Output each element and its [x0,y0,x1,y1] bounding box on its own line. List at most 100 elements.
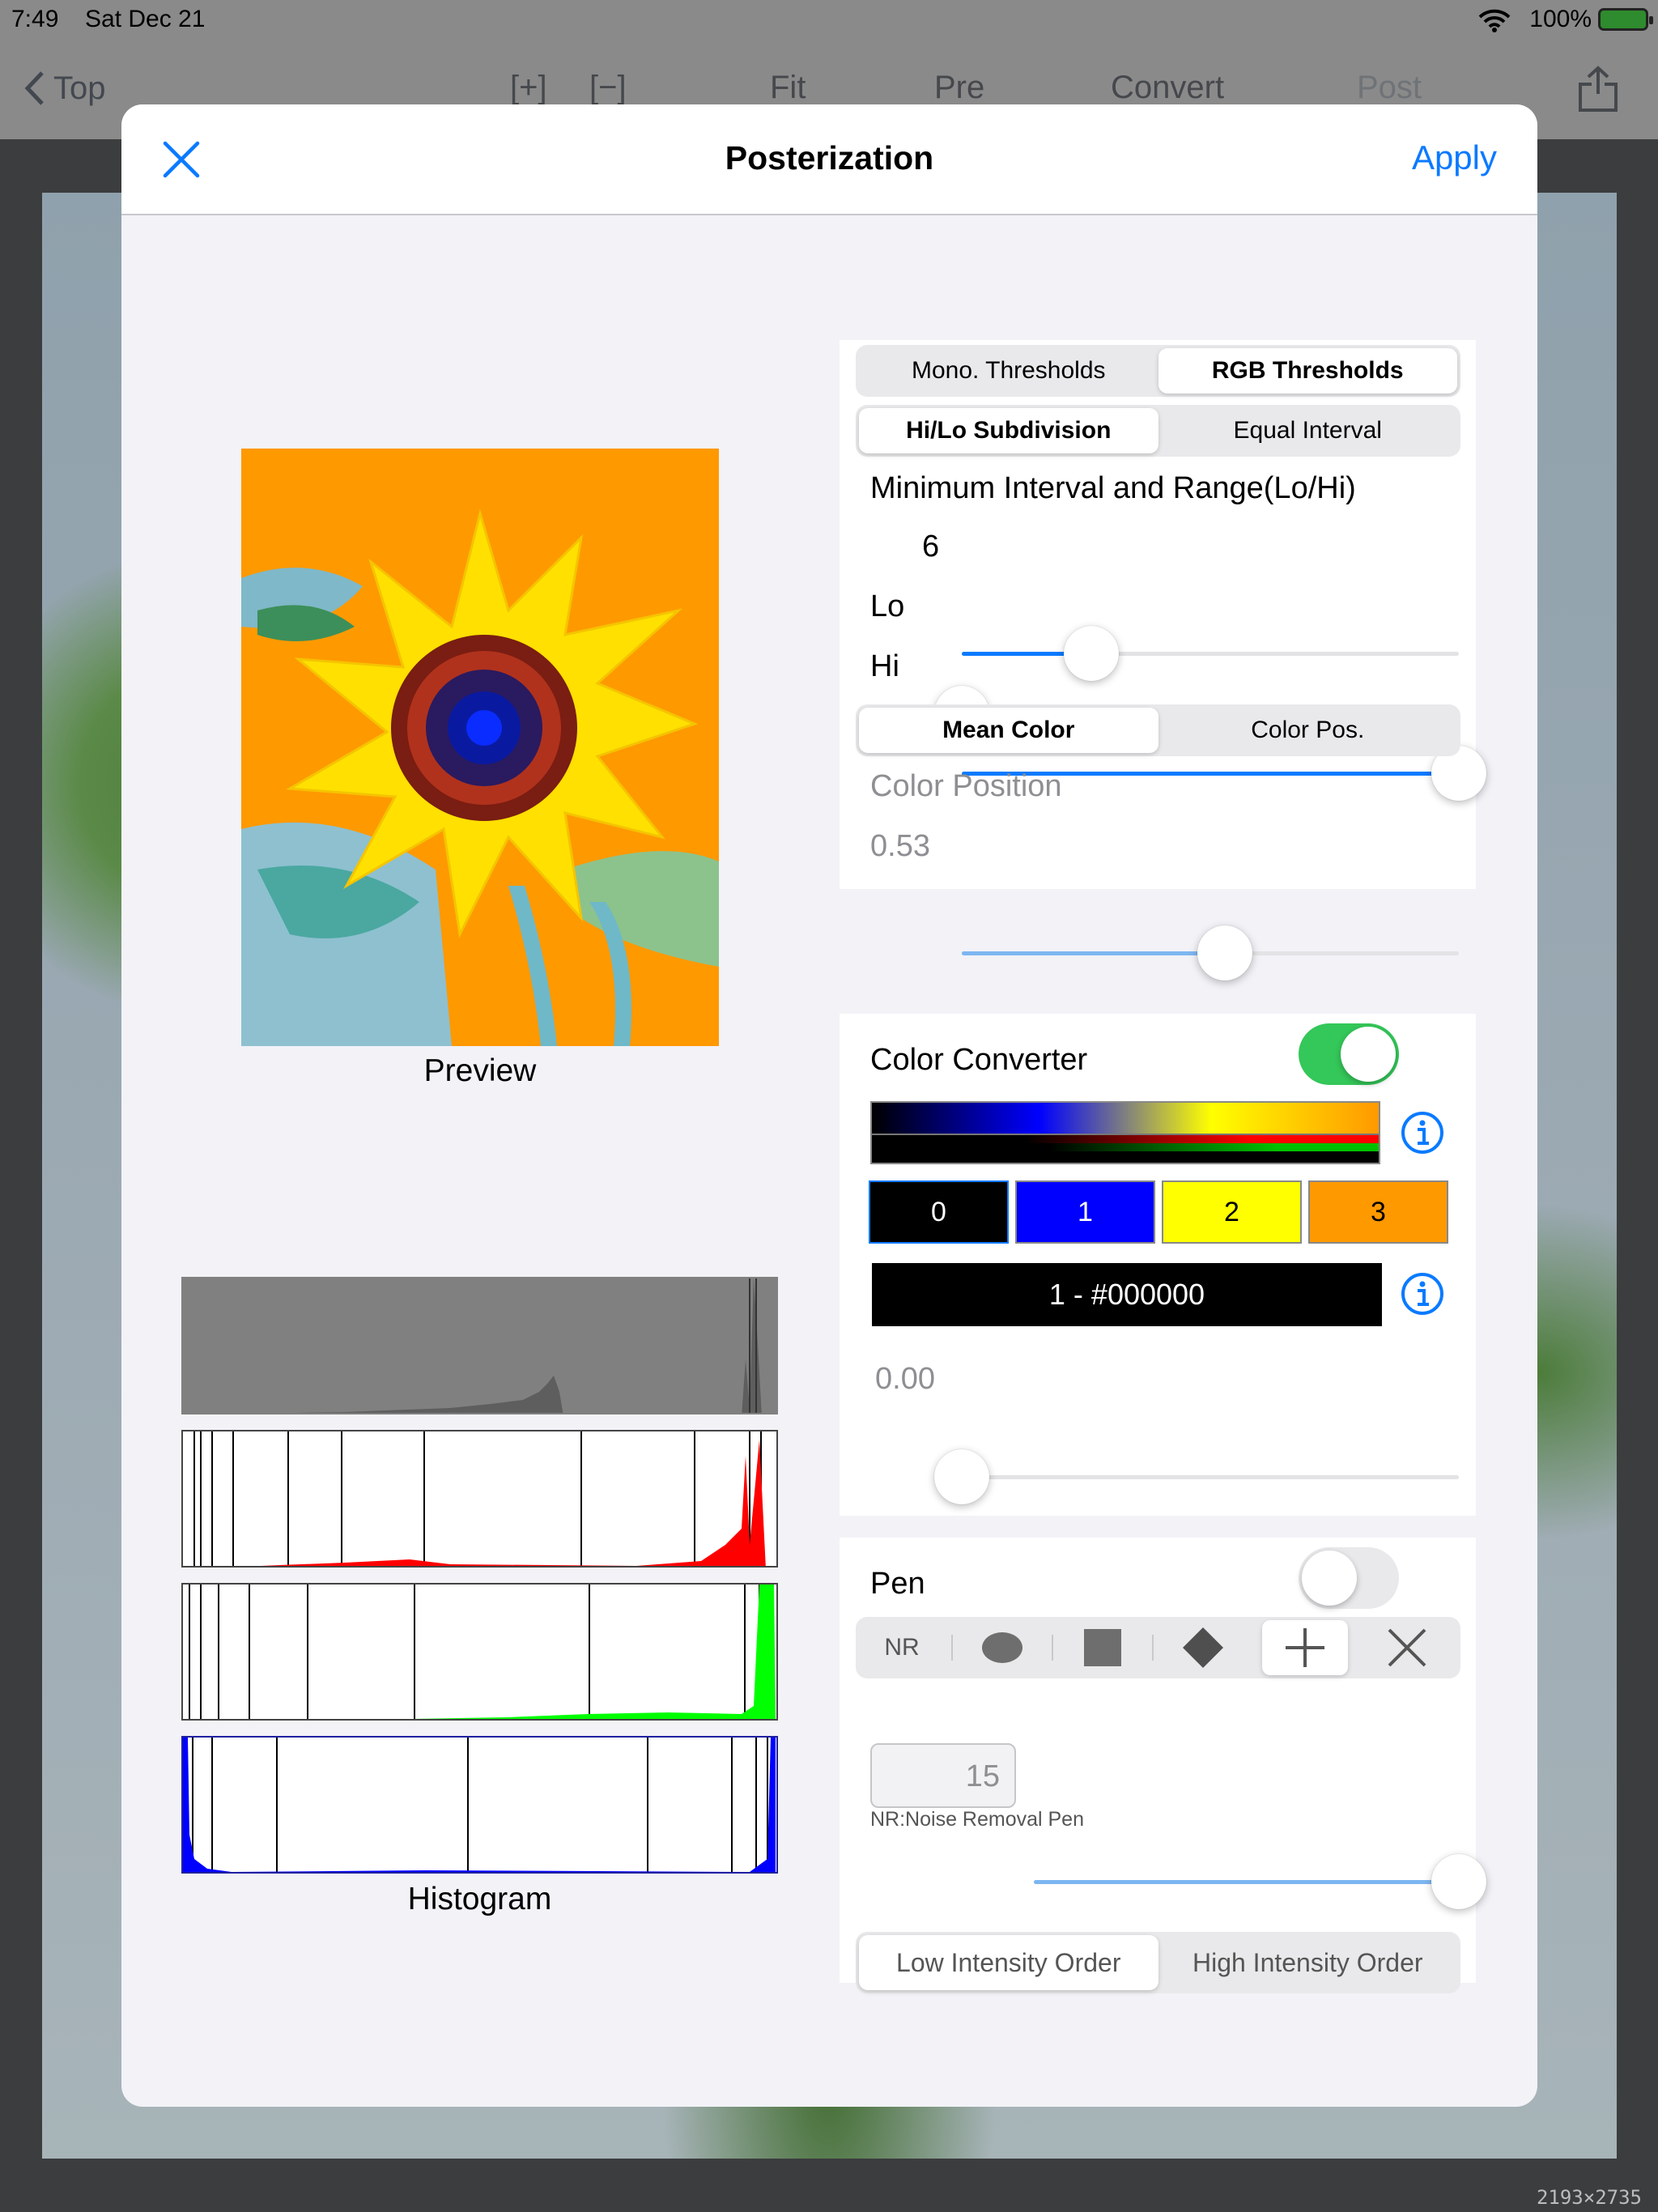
hi-lo-subdivision-option[interactable]: Hi/Lo Subdivision [859,408,1158,453]
swatch-0[interactable]: 0 [869,1180,1009,1244]
color-converter-toggle[interactable] [1299,1023,1399,1085]
green-histogram [181,1583,778,1721]
circle-pen-icon [982,1632,1022,1663]
blue-histogram-plot [183,1738,776,1872]
sunflower-preview [241,449,719,1046]
clock: 7:49 [11,6,59,32]
toggle-knob [1341,1027,1396,1082]
mean-color-option[interactable]: Mean Color [859,708,1158,753]
slider-thumb[interactable] [934,1449,989,1504]
diamond-pen-tool[interactable] [1160,1620,1246,1675]
mono-histogram [181,1277,778,1414]
preview-image [241,449,719,1046]
color-position-slider[interactable] [962,925,1459,981]
green-histogram-plot [189,1585,776,1719]
circle-pen-tool[interactable] [959,1620,1045,1675]
image-dimensions: 2193×2735 [1536,2186,1642,2209]
swatch-row: 0 1 2 3 [869,1180,1448,1244]
battery-percentage: 100% [1529,6,1592,32]
swatch-1[interactable]: 1 [1015,1180,1155,1244]
slider-thumb[interactable] [1063,626,1119,681]
hi-label: Hi [870,649,899,683]
slider-thumb[interactable] [1431,1854,1486,1909]
swatch-3[interactable]: 3 [1308,1180,1448,1244]
low-intensity-order-option[interactable]: Low Intensity Order [859,1935,1158,1990]
high-intensity-order-option[interactable]: High Intensity Order [1158,1935,1458,1990]
fit-button[interactable]: Fit [770,70,806,106]
threshold-panel: Mono. Thresholds RGB Thresholds Hi/Lo Su… [840,340,1486,981]
separator [1152,1635,1154,1661]
swatch-1-label: 1 [1078,1196,1093,1227]
histogram-caption: Histogram [407,1882,552,1916]
blue-histogram [181,1736,778,1874]
date: Sat Dec 21 [85,6,206,32]
threshold-mode-control: Mono. Thresholds RGB Thresholds [856,345,1460,397]
mono-histogram-plot [291,1278,762,1413]
interval-slider[interactable] [962,626,1459,681]
color-pos-option[interactable]: Color Pos. [1158,708,1458,753]
posterization-modal: Posterization Apply Preview Histogram Mo… [121,104,1537,2107]
lo-label: Lo [870,589,905,623]
mono-thresholds-option[interactable]: Mono. Thresholds [859,348,1158,393]
swatch-2-label: 2 [1224,1196,1239,1227]
converter-slider[interactable] [934,1449,1459,1504]
preview-caption: Preview [423,1053,537,1088]
cross-icon [1388,1628,1426,1667]
separator [951,1635,953,1661]
equal-interval-option[interactable]: Equal Interval [1158,408,1458,453]
cross-pen-tool[interactable] [1364,1620,1450,1675]
diamond-pen-icon [1183,1627,1223,1668]
pen-label: Pen [870,1567,925,1601]
red-histogram-plot [193,1431,766,1566]
share-icon[interactable] [1577,65,1619,113]
pen-size-slider[interactable] [1034,1854,1486,1909]
pen-note-label: NR:Noise Removal Pen [870,1808,1084,1831]
slider-thumb[interactable] [1197,925,1253,981]
plus-pen-tool[interactable] [1262,1620,1348,1675]
selected-color-display[interactable]: 1 - #000000 [872,1263,1382,1326]
swatch-2[interactable]: 2 [1162,1180,1302,1244]
back-label: Top [53,70,106,106]
rgb-thresholds-option[interactable]: RGB Thresholds [1158,348,1457,393]
pen-size-field[interactable]: 15 [870,1743,1016,1808]
pen-toggle[interactable] [1299,1547,1399,1609]
intensity-order-control: Low Intensity Order High Intensity Order [856,1932,1460,1993]
swatch-3-label: 3 [1371,1196,1386,1227]
color-converter-label: Color Converter [870,1043,1088,1077]
range-label: Minimum Interval and Range(Lo/Hi) [870,471,1356,505]
battery-icon [1598,8,1653,31]
square-pen-tool[interactable] [1060,1620,1146,1675]
color-position-label: Color Position [870,769,1062,803]
pen-tool-selector: NR [856,1617,1460,1678]
back-button[interactable]: Top [23,70,106,107]
chevron-left-icon [24,71,44,105]
pre-button[interactable]: Pre [934,70,984,106]
status-bar: 7:49 Sat Dec 21 100% [0,0,1658,39]
modal-title: Posterization [725,139,934,177]
color-mode-control: Mean Color Color Pos. [856,704,1460,756]
interval-value: 6 [922,530,940,564]
division-mode-control: Hi/Lo Subdivision Equal Interval [856,405,1460,457]
swatch-0-label: 0 [931,1196,946,1227]
pen-panel: Pen NR 15 Low Intensity Order High Inten… [840,1538,1486,1993]
toggle-knob [1302,1551,1357,1606]
color-gradient-bar[interactable] [870,1101,1380,1164]
noise-removal-pen-tool[interactable]: NR [859,1620,945,1675]
convert-button[interactable]: Convert [1111,70,1224,106]
wifi-icon [1478,9,1511,32]
post-button[interactable]: Post [1357,70,1422,106]
modal-header: Posterization Apply [121,104,1537,215]
color-converter-panel: Color Converter 0 1 2 3 1 - #000000 0.00 [840,1014,1476,1516]
square-pen-icon [1084,1629,1121,1666]
zoom-out-button[interactable]: [−] [589,70,627,106]
red-histogram [181,1430,778,1568]
apply-button[interactable]: Apply [1412,138,1497,177]
slider-fill [1034,1880,1459,1884]
info-icon[interactable] [1400,1110,1445,1155]
color-position-value: 0.53 [870,829,930,863]
converter-value: 0.00 [875,1362,935,1396]
info-icon[interactable] [1400,1271,1445,1317]
zoom-in-button[interactable]: [+] [510,70,547,106]
slider-fill [962,951,1226,955]
plus-icon [1286,1628,1324,1667]
